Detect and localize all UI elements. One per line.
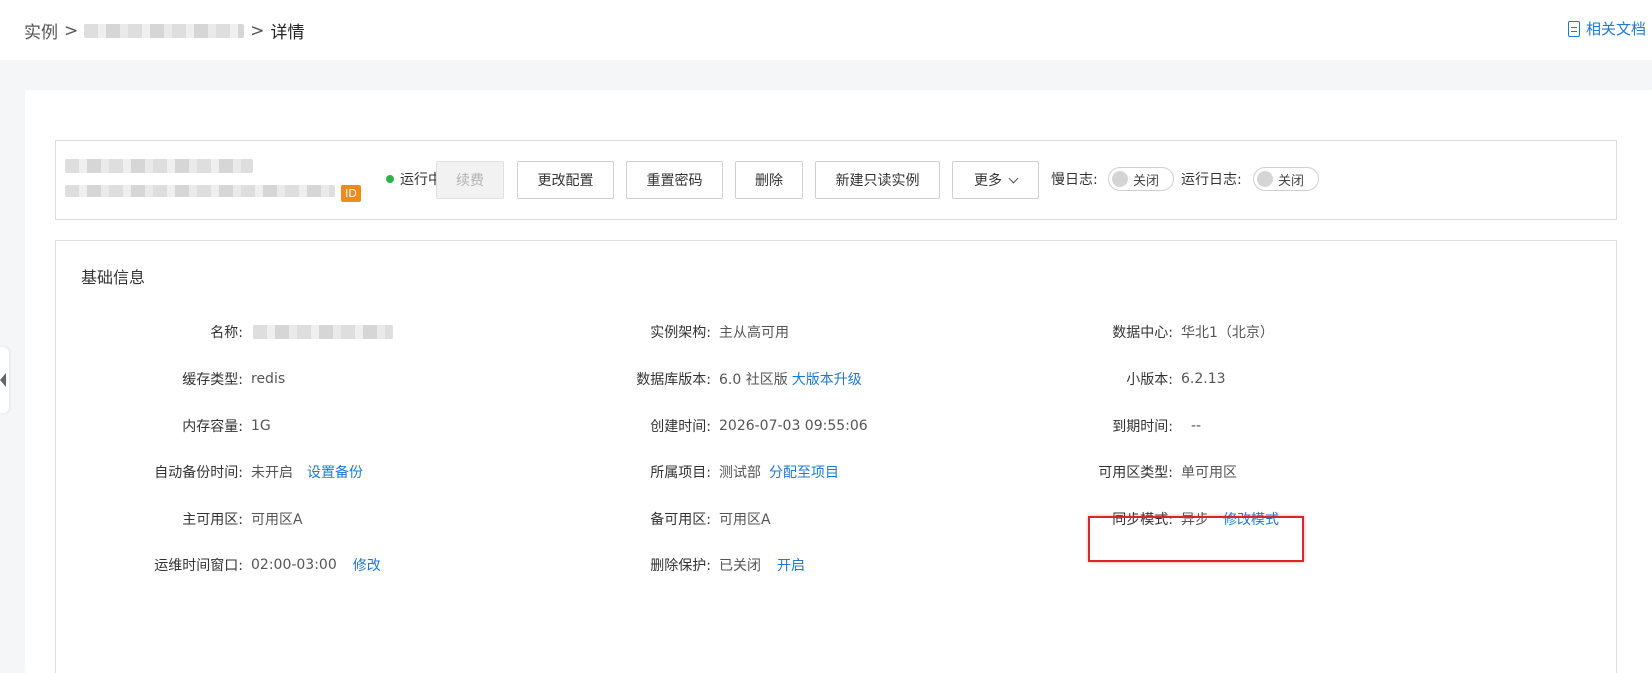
field-value: 未开启 [251, 465, 293, 481]
renew-button[interactable]: 续费 [436, 161, 504, 199]
more-dropdown-button[interactable]: 更多 [952, 161, 1039, 199]
id-badge[interactable]: ID [341, 185, 361, 202]
field-label: 所属项目: [650, 465, 711, 481]
field-value: 02:00-03:00 [251, 557, 337, 573]
field-value: 测试部 [719, 465, 761, 481]
new-readonly-instance-button[interactable]: 新建只读实例 [815, 161, 940, 199]
field-label: 创建时间: [650, 419, 711, 435]
field-label: 缓存类型: [182, 372, 243, 388]
field-db-version: 数据库版本: 6.0 社区版 大版本升级 [576, 369, 862, 389]
field-primary-zone: 主可用区: 可用区A [56, 509, 303, 529]
field-value: 主从高可用 [719, 325, 789, 341]
toggle-knob [1112, 171, 1128, 187]
breadcrumb: 实例 > > 详情 [24, 18, 305, 44]
slow-log-toggle[interactable]: 关闭 [1108, 167, 1174, 191]
breadcrumb-separator: > [64, 20, 79, 41]
field-auto-backup: 自动备份时间: 未开启 设置备份 [56, 462, 363, 482]
field-label: 内存容量: [182, 419, 243, 435]
field-cache-type: 缓存类型: redis [56, 369, 285, 389]
field-maintenance-window: 运维时间窗口: 02:00-03:00 修改 [56, 555, 381, 575]
field-architecture: 实例架构: 主从高可用 [576, 322, 789, 342]
field-value: 华北1（北京） [1181, 325, 1274, 341]
instance-id-redacted [65, 185, 335, 197]
modify-maintenance-link[interactable]: 修改 [353, 555, 381, 575]
field-label: 数据库版本: [636, 372, 711, 388]
slow-log-label: 慢日志: [1051, 172, 1098, 188]
run-log-state: 关闭 [1278, 173, 1305, 189]
field-label: 数据中心: [1112, 325, 1173, 341]
field-value: 6.0 社区版 [719, 372, 788, 388]
field-name: 名称: [56, 322, 393, 342]
field-value: 可用区A [251, 512, 303, 528]
major-upgrade-link[interactable]: 大版本升级 [792, 369, 862, 389]
field-project: 所属项目: 测试部 分配至项目 [576, 462, 839, 482]
field-zone-type: 可用区类型: 单可用区 [1056, 462, 1237, 482]
field-value: -- [1191, 418, 1202, 434]
breadcrumb-root[interactable]: 实例 [24, 18, 58, 43]
field-label: 小版本: [1126, 372, 1173, 388]
name-value-redacted [253, 325, 393, 339]
field-value: 1G [251, 418, 271, 434]
delete-button[interactable]: 删除 [735, 161, 803, 199]
sidebar-collapse-tab[interactable] [0, 347, 9, 413]
field-value: 单可用区 [1181, 465, 1237, 481]
assign-project-link[interactable]: 分配至项目 [769, 462, 839, 482]
breadcrumb-separator: > [250, 20, 265, 41]
more-label: 更多 [974, 173, 1002, 189]
field-label: 可用区类型: [1098, 465, 1173, 481]
status-dot-icon [386, 175, 394, 183]
field-datacenter: 数据中心: 华北1（北京） [1056, 322, 1274, 342]
caret-left-icon [0, 373, 6, 387]
document-icon [1567, 20, 1580, 37]
field-delete-protection: 删除保护: 已关闭 开启 [576, 555, 805, 575]
field-label: 到期时间: [1112, 419, 1173, 435]
field-label: 自动备份时间: [154, 465, 243, 481]
breadcrumb-current: 详情 [270, 23, 305, 43]
field-label: 主可用区: [182, 512, 243, 528]
top-bar: 实例 > > 详情 相关文档 [0, 0, 1652, 60]
chevron-down-icon [1008, 173, 1019, 183]
field-value: 已关闭 [719, 558, 761, 574]
field-minor-version: 小版本: 6.2.13 [1056, 369, 1226, 389]
instance-name-redacted [65, 159, 253, 173]
field-value: redis [251, 371, 286, 387]
set-backup-link[interactable]: 设置备份 [307, 462, 363, 482]
field-value: 6.2.13 [1181, 371, 1226, 387]
reset-password-button[interactable]: 重置密码 [626, 161, 723, 199]
toggle-knob [1257, 171, 1273, 187]
field-created-time: 创建时间: 2026-07-03 09:55:06 [576, 416, 868, 436]
field-label: 实例架构: [650, 325, 711, 341]
field-expire-time: 到期时间: -- [1056, 416, 1201, 436]
related-docs-link[interactable]: 相关文档 [1567, 18, 1646, 39]
field-value: 可用区A [719, 512, 771, 528]
status-indicator: 运行中 [386, 169, 442, 189]
field-label: 备可用区: [650, 512, 711, 528]
basic-info-section: 基础信息 名称: 缓存类型: redis 内存容量: 1G 自动备份时间: 未开… [55, 240, 1617, 673]
slow-log-state: 关闭 [1133, 173, 1160, 189]
run-log-toggle[interactable]: 关闭 [1253, 167, 1319, 191]
field-memory: 内存容量: 1G [56, 416, 271, 436]
related-docs-label: 相关文档 [1585, 20, 1646, 38]
section-title: 基础信息 [81, 268, 146, 287]
field-standby-zone: 备可用区: 可用区A [576, 509, 771, 529]
instance-header: ID 运行中 续费 更改配置 重置密码 删除 新建只读实例 更多 慢日志: 关闭… [55, 140, 1617, 220]
field-value: 2026-07-03 09:55:06 [719, 418, 868, 434]
run-log-label: 运行日志: [1181, 172, 1242, 188]
change-config-button[interactable]: 更改配置 [517, 161, 614, 199]
enable-protection-link[interactable]: 开启 [777, 555, 805, 575]
breadcrumb-instance-name-redacted[interactable] [84, 23, 245, 38]
highlight-box [1088, 516, 1304, 562]
field-label: 删除保护: [650, 558, 711, 574]
field-label: 运维时间窗口: [154, 558, 243, 574]
field-label: 名称: [210, 325, 243, 341]
